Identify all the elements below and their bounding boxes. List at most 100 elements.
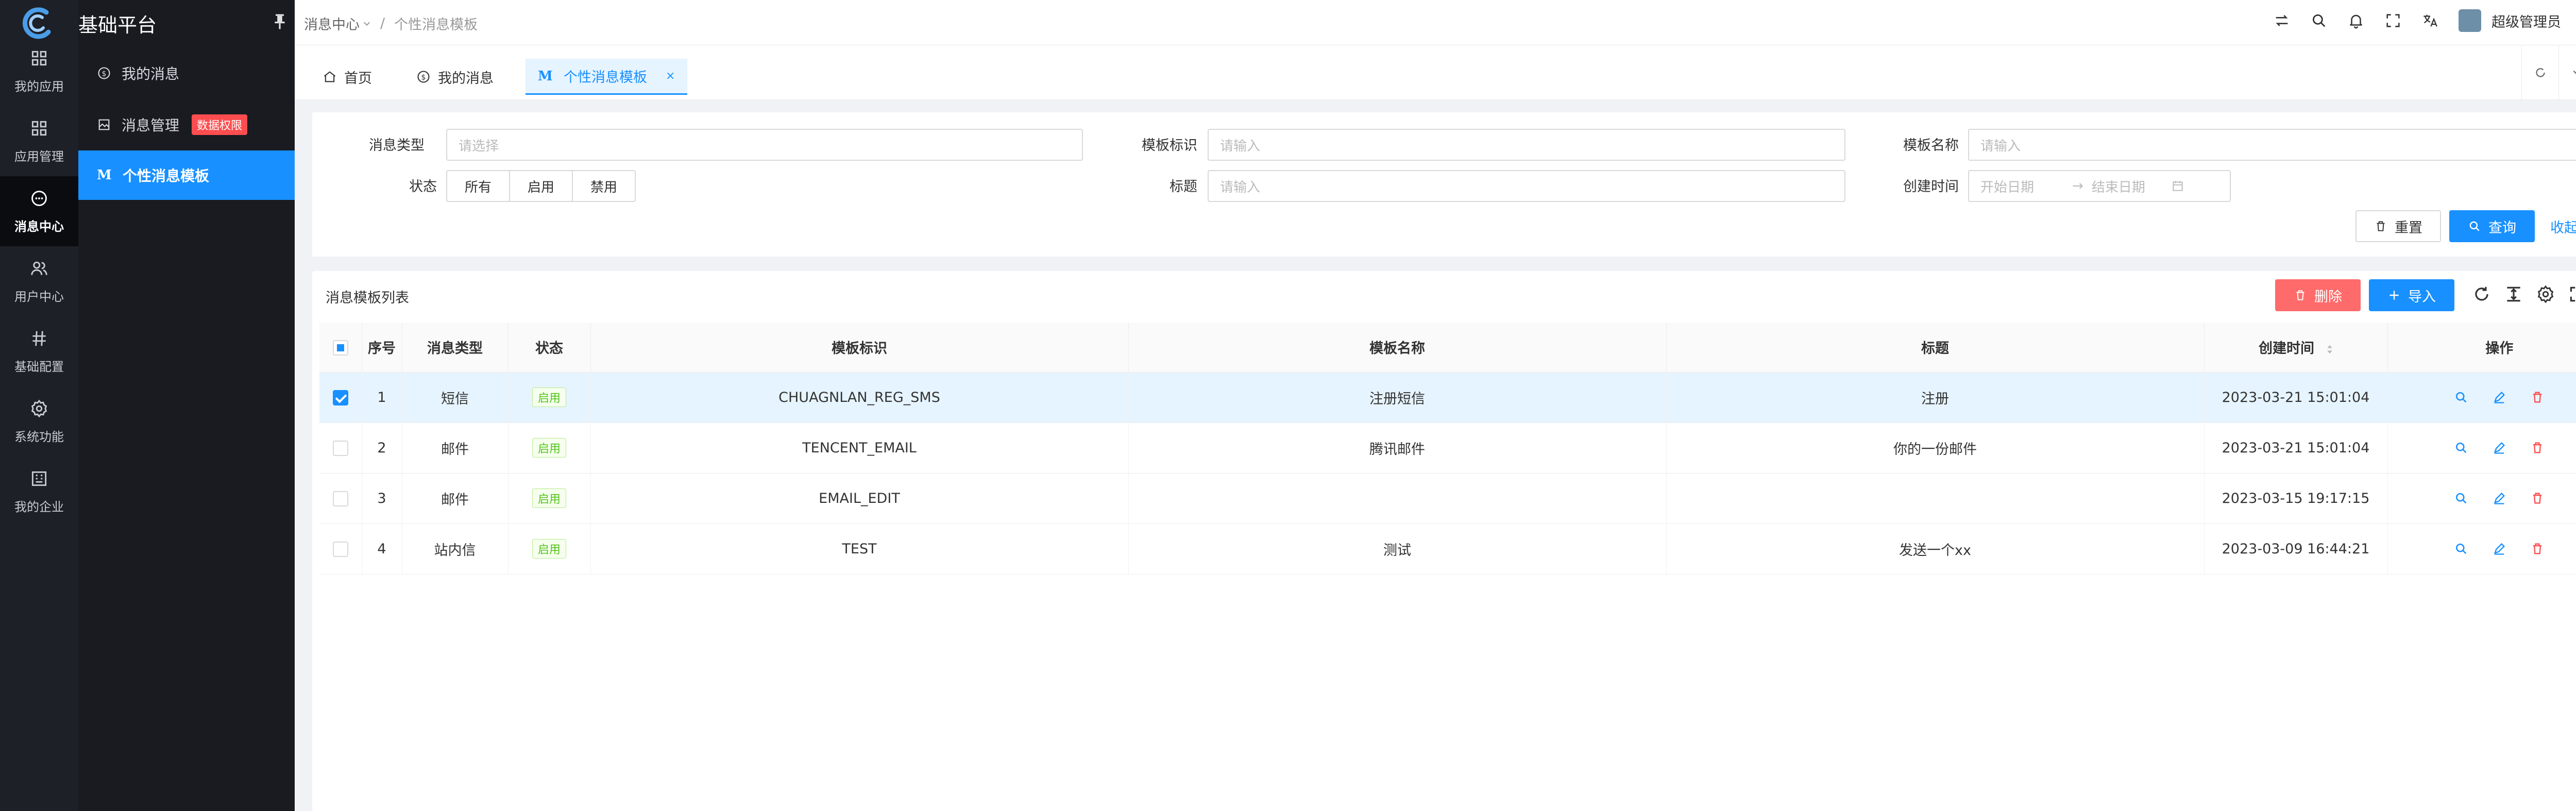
delete-icon[interactable] — [2530, 441, 2545, 455]
grid-icon — [31, 50, 47, 65]
cell-title: 发送一个xx — [1666, 523, 2205, 575]
swap-icon[interactable] — [2273, 12, 2291, 29]
row-select-cell[interactable] — [319, 473, 362, 524]
tab-menu-button[interactable] — [2558, 45, 2576, 100]
delete-icon[interactable] — [2530, 491, 2545, 505]
delete-label: 删除 — [2314, 289, 2342, 305]
tab-home[interactable]: 首页 — [310, 59, 384, 95]
pin-icon[interactable] — [273, 13, 286, 30]
sub-menu-item-my-messages[interactable]: $ 我的消息 — [78, 48, 295, 98]
select-placeholder: 请选择 — [459, 138, 499, 154]
rail-item-app-management[interactable]: 应用管理 — [0, 106, 78, 176]
select-all-cell[interactable] — [319, 323, 362, 373]
status-option-disabled[interactable]: 禁用 — [573, 171, 635, 201]
reset-button[interactable]: 重置 — [2355, 210, 2441, 242]
edit-icon[interactable] — [2492, 390, 2506, 404]
table-row[interactable]: 4 站内信 启用 TEST 测试 发送一个xx 2023-03-09 16:44… — [319, 523, 2576, 575]
view-icon[interactable] — [2454, 491, 2468, 505]
query-label: 查询 — [2488, 219, 2516, 236]
bell-icon[interactable] — [2347, 12, 2365, 29]
column-header-create-time[interactable]: 创建时间 — [2204, 323, 2388, 373]
fullscreen-icon[interactable] — [2384, 12, 2402, 29]
translate-icon[interactable] — [2421, 12, 2439, 29]
status-label: 状态 — [409, 179, 437, 195]
cell-title: 你的一份邮件 — [1666, 423, 2205, 474]
column-height-icon[interactable] — [2504, 284, 2523, 304]
table-row[interactable]: 1 短信 启用 CHUAGNLAN_REG_SMS 注册短信 注册 2023-0… — [319, 372, 2576, 423]
breadcrumb-item[interactable]: 消息中心 — [304, 13, 360, 33]
sub-menu-label: 消息管理 — [122, 117, 180, 134]
refresh-icon[interactable] — [2472, 284, 2492, 304]
refresh-icon — [2535, 68, 2545, 77]
image-icon — [98, 119, 110, 130]
rail-label: 应用管理 — [14, 149, 64, 164]
edit-icon[interactable] — [2492, 441, 2506, 455]
date-range-picker[interactable]: 开始日期 → 结束日期 — [1968, 170, 2231, 202]
cell-no: 2 — [362, 423, 402, 474]
status-option-all[interactable]: 所有 — [447, 171, 511, 201]
title-input[interactable]: 请输入 — [1208, 170, 1845, 202]
tab-close-icon[interactable]: × — [666, 70, 675, 82]
input-placeholder: 请输入 — [1980, 138, 2021, 154]
sort-icon[interactable] — [2327, 344, 2333, 354]
sub-menu-item-message-management[interactable]: 消息管理 数据权限 — [78, 100, 295, 149]
fullscreen-icon[interactable] — [2568, 284, 2576, 304]
column-header: 模板标识 — [590, 323, 1129, 373]
svg-text:$: $ — [102, 70, 107, 78]
delete-button[interactable]: 删除 — [2275, 279, 2361, 311]
cell-type: 邮件 — [402, 423, 509, 474]
settings-icon[interactable] — [2536, 284, 2555, 304]
sub-menu-label: 我的消息 — [122, 65, 180, 82]
query-button[interactable]: 查询 — [2449, 210, 2535, 242]
row-actions — [2388, 491, 2576, 505]
row-checkbox[interactable] — [332, 440, 348, 456]
app-root: 我的应用 应用管理 消息中心 用户中心 基础配置 系统功能 我的企业 基础平台 … — [0, 0, 2576, 811]
select-all-checkbox[interactable] — [332, 340, 348, 356]
table-row[interactable]: 3 邮件 启用 EMAIL_EDIT 2023-03-15 19:17:15 — [319, 473, 2576, 524]
avatar[interactable] — [2459, 9, 2481, 32]
column-header: 序号 — [362, 323, 402, 373]
cell-actions — [2387, 523, 2576, 575]
dollar-circle-icon: $ — [98, 67, 110, 79]
table-row[interactable]: 2 邮件 启用 TENCENT_EMAIL 腾讯邮件 你的一份邮件 2023-0… — [319, 423, 2576, 474]
refresh-tab-button[interactable] — [2521, 45, 2558, 100]
row-checkbox[interactable] — [332, 541, 348, 557]
rail-item-user-center[interactable]: 用户中心 — [0, 246, 78, 316]
row-checkbox[interactable] — [332, 491, 348, 506]
template-key-input[interactable]: 请输入 — [1208, 129, 1845, 161]
delete-icon[interactable] — [2530, 390, 2545, 404]
row-select-cell[interactable] — [319, 523, 362, 575]
rail-label: 系统功能 — [14, 429, 64, 444]
rail-item-basic-config[interactable]: 基础配置 — [0, 316, 78, 386]
status-badge: 启用 — [532, 539, 566, 559]
tab-my-messages[interactable]: $ 我的消息 — [404, 59, 506, 95]
edit-icon[interactable] — [2492, 542, 2506, 556]
rail-item-my-enterprise[interactable]: 我的企业 — [0, 457, 78, 527]
template-name-input[interactable]: 请输入 — [1968, 129, 2576, 161]
row-select-cell[interactable] — [319, 423, 362, 474]
tab-template[interactable]: M 个性消息模板 × — [526, 59, 688, 95]
rail-item-message-center[interactable]: 消息中心 — [0, 176, 78, 246]
row-select-cell[interactable] — [319, 372, 362, 423]
create-time-label: 创建时间 — [1903, 179, 1959, 195]
user-name[interactable]: 超级管理员 — [2492, 11, 2561, 31]
edit-icon[interactable] — [2492, 491, 2506, 505]
view-icon[interactable] — [2454, 390, 2468, 404]
cell-title — [1666, 473, 2205, 524]
sub-menu-item-template[interactable]: M 个性消息模板 — [78, 150, 295, 200]
rail-item-system-functions[interactable]: 系统功能 — [0, 386, 78, 457]
search-icon[interactable] — [2310, 12, 2328, 29]
trash-icon — [2296, 290, 2304, 300]
collapse-toggle[interactable]: 收起 — [2550, 216, 2576, 236]
svg-text:$: $ — [421, 73, 426, 81]
message-type-select[interactable]: 请选择 — [446, 129, 1083, 161]
view-icon[interactable] — [2454, 542, 2468, 556]
status-option-enabled[interactable]: 启用 — [510, 171, 573, 201]
cell-status: 启用 — [508, 372, 591, 423]
search-icon — [2469, 221, 2480, 231]
view-icon[interactable] — [2454, 441, 2468, 455]
delete-icon[interactable] — [2530, 542, 2545, 556]
row-checkbox[interactable] — [332, 390, 348, 406]
import-button[interactable]: 导入 — [2369, 279, 2454, 311]
rail-item-my-apps[interactable]: 我的应用 — [0, 36, 78, 106]
